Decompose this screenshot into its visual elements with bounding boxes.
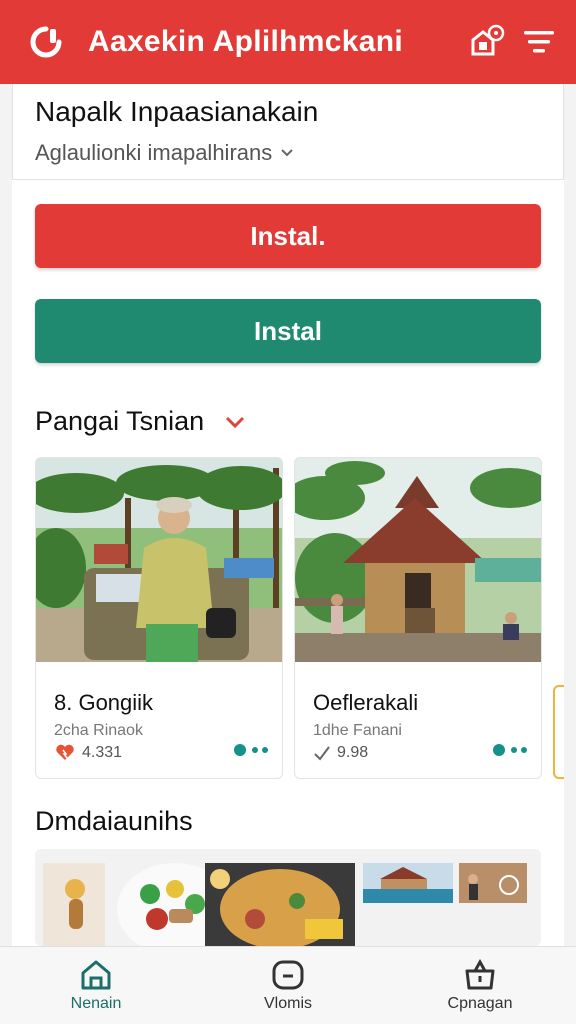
filter-menu-icon[interactable] [520,23,558,61]
app-bar: Aaxekin Aplilhmckani [0,0,576,84]
place-rating: 9.98 [313,744,368,762]
nav-label: Nenain [70,994,122,1012]
install-primary-button[interactable]: Instal. [35,204,541,268]
place-card[interactable]: Oeflerakali 1dhe Fanani 9.98 [294,457,542,779]
place-title: Oeflerakali [313,690,419,715]
page-header: Napalk Inpaasianakain Aglaulionki imapal… [12,84,564,180]
rating-value: 4.331 [82,744,123,761]
chevron-down-icon [226,416,245,428]
app-title: Aaxekin Aplilhmckani [88,25,403,58]
install-secondary-button[interactable]: Instal [35,299,541,363]
place-title: 8. Gongiik [54,690,154,715]
home-icon [81,960,111,989]
bottom-navigation: Nenain Vlomis Cpnagan [0,946,576,1024]
next-card-peek[interactable] [553,685,564,779]
food-gallery[interactable] [35,849,541,946]
section-title: Dmdaiaunihs [35,806,193,836]
food-section-header: Dmdaiaunihs [35,806,193,837]
more-options-icon[interactable] [232,742,268,758]
check-icon [314,746,330,761]
location-selector[interactable]: Aglaulionki imapalhirans [35,140,541,166]
section-title: Pangai Tsnian [35,406,205,436]
message-icon [272,960,304,989]
notification-icon[interactable] [468,23,506,61]
app-logo-icon [26,22,66,62]
place-card[interactable]: 8. Gongiik 2cha Rinaok 4.331 [35,457,283,779]
nav-label: Vlomis [263,994,312,1012]
place-photo [36,458,282,662]
nav-item-home[interactable]: Nenain [16,959,176,1013]
featured-section-header[interactable]: Pangai Tsnian [35,406,246,437]
main-content: Instal. Instal Pangai Tsnian 8. Gongiik … [12,180,564,946]
rating-value: 9.98 [337,744,369,761]
nav-item-messages[interactable]: Vlomis [208,959,368,1013]
location-label: Aglaulionki imapalhirans [35,140,273,165]
more-options-icon[interactable] [491,742,527,758]
heart-icon [56,744,74,760]
bag-icon [465,958,495,989]
nav-label: Cpnagan [447,994,513,1012]
place-photo [295,458,541,662]
nav-item-shopping[interactable]: Cpnagan [400,958,560,1013]
place-subtitle: 2cha Rinaok [54,722,143,739]
chevron-down-icon [281,149,293,157]
place-subtitle: 1dhe Fanani [313,722,402,739]
page-title: Napalk Inpaasianakain [35,96,319,127]
place-rating: 4.331 [54,744,122,762]
